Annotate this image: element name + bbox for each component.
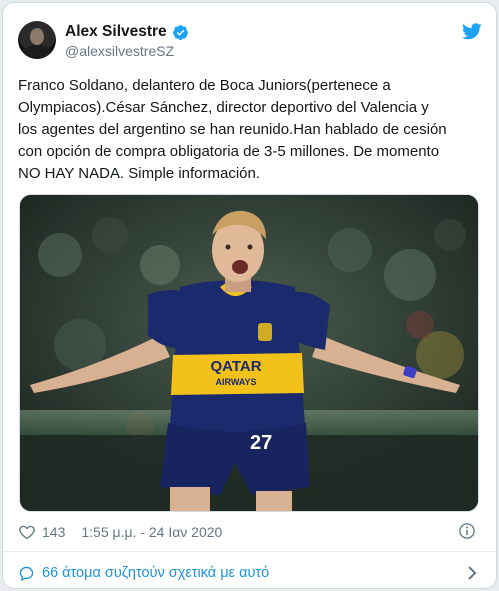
verified-badge-icon <box>172 24 188 40</box>
tweet-card: Alex Silvestre @alexsilvestreSZ Franco S… <box>2 2 497 589</box>
comment-bubble-icon <box>19 566 34 581</box>
chevron-right-icon <box>468 566 477 580</box>
discussion-link[interactable]: 66 άτομα συζητούν σχετικά με αυτό <box>18 562 481 584</box>
avatar[interactable] <box>18 21 56 59</box>
photo-illustration: QATAR AIRWAYS 27 <box>20 195 478 511</box>
avatar-face <box>30 29 44 45</box>
author-name[interactable]: Alex Silvestre <box>65 23 167 41</box>
tweet-text: Franco Soldano, delantero de Boca Junior… <box>18 77 447 182</box>
player-mouth <box>232 260 248 274</box>
like-count: 143 <box>42 524 66 540</box>
tweet-timestamp[interactable]: 1:55 μ.μ. - 24 Ιαν 2020 <box>81 524 222 540</box>
footer-divider <box>3 551 496 552</box>
tweet-meta: 143 1:55 μ.μ. - 24 Ιαν 2020 <box>18 523 222 541</box>
discussion-label: 66 άτομα συζητούν σχετικά με αυτό <box>42 565 270 581</box>
twitter-bird-icon[interactable] <box>462 23 482 40</box>
heart-icon[interactable] <box>18 523 36 541</box>
tweet-photo[interactable]: QATAR AIRWAYS 27 <box>19 194 479 512</box>
jersey-sponsor-line1: QATAR <box>210 358 261 375</box>
jersey-sponsor-line2: AIRWAYS <box>215 377 256 387</box>
jersey-number: 27 <box>250 432 272 454</box>
club-crest <box>258 323 272 341</box>
info-icon[interactable] <box>458 522 476 540</box>
avatar-body <box>22 45 52 59</box>
author-handle[interactable]: @alexsilvestreSZ <box>65 43 174 59</box>
author-name-row: Alex Silvestre <box>65 23 189 41</box>
